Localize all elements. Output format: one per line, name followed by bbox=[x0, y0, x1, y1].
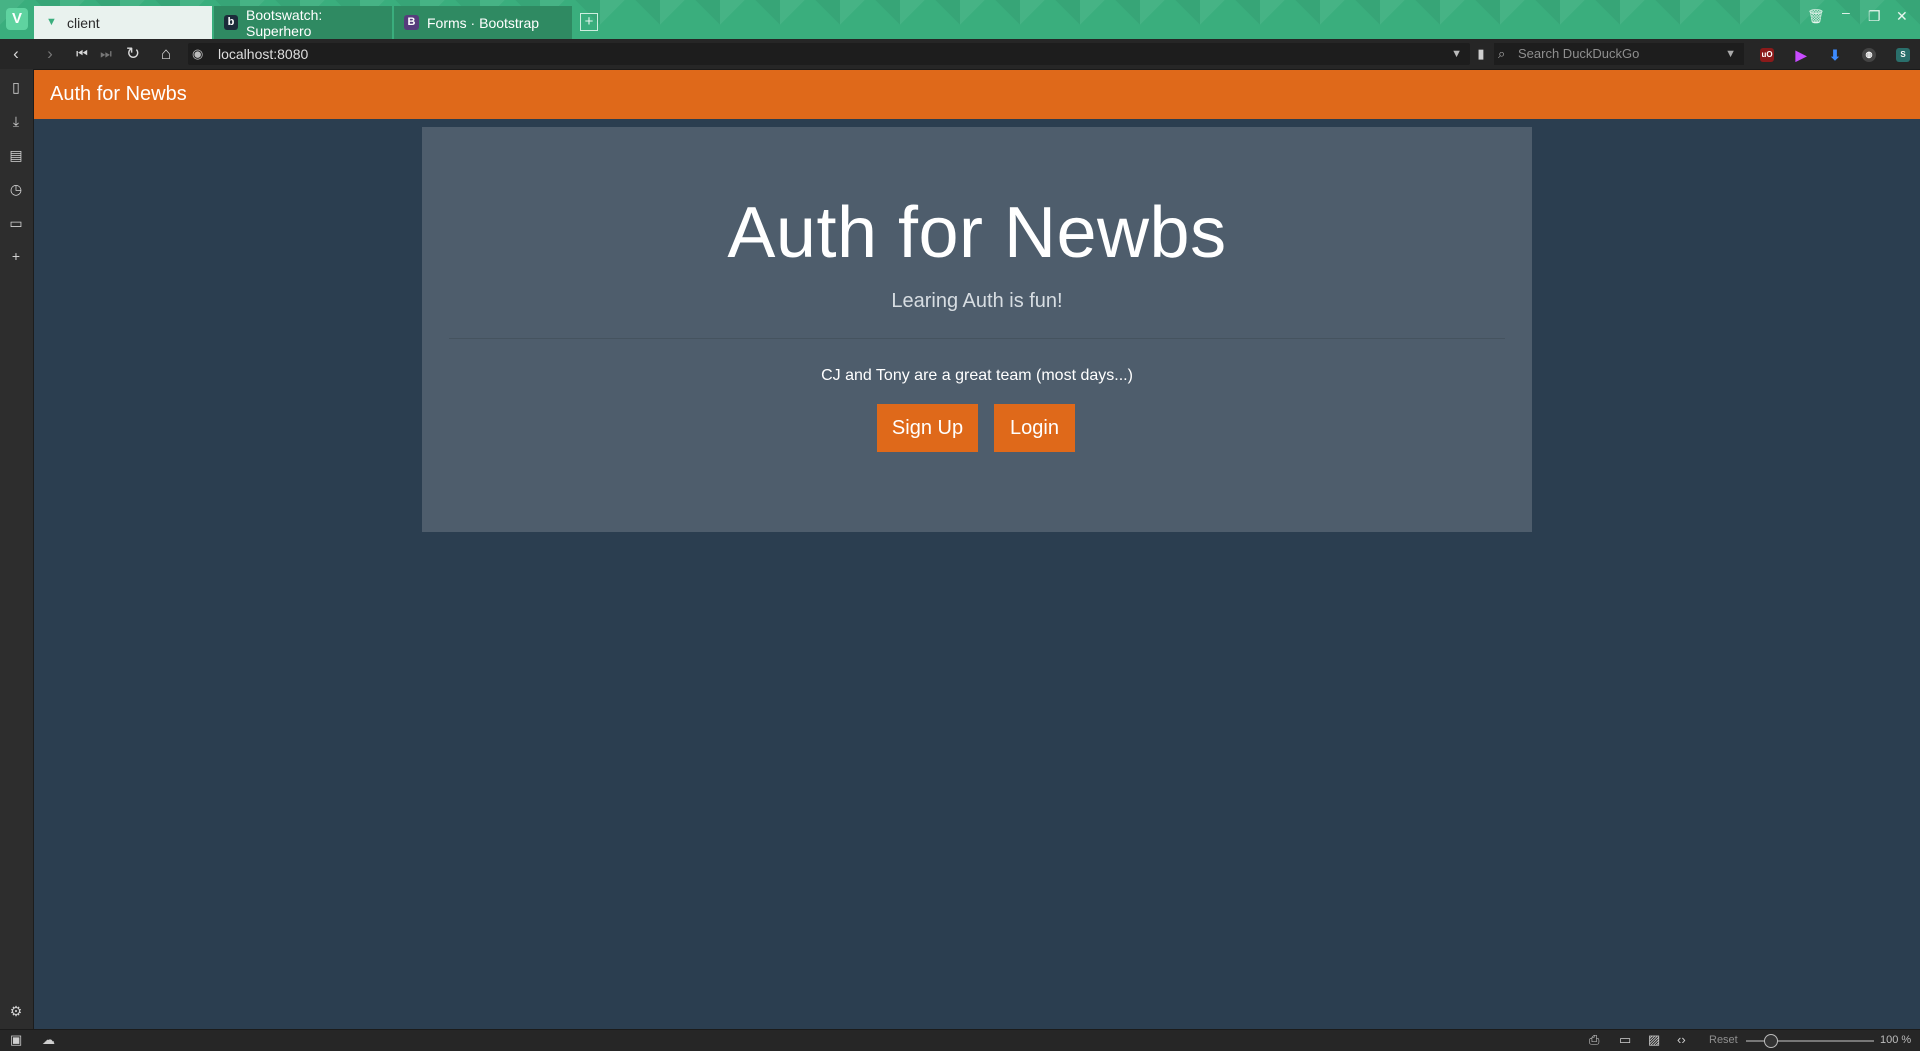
web-page: Auth for Newbs Auth for Newbs Learing Au… bbox=[34, 70, 1920, 1029]
reload-icon[interactable]: ↻ bbox=[123, 44, 143, 64]
s-extension-icon[interactable]: S bbox=[1896, 48, 1910, 62]
tab-label: client bbox=[67, 14, 100, 31]
download-extension-icon[interactable]: ⬇ bbox=[1828, 48, 1842, 62]
vivaldi-menu-icon[interactable]: V bbox=[6, 8, 28, 30]
tab-label: Bootswatch: Superhero bbox=[246, 6, 323, 39]
url-text: localhost:8080 bbox=[218, 46, 309, 62]
browser-tab-bar: V ▼ client b Bootswatch: Superhero B For… bbox=[0, 0, 1920, 39]
page-actions-icon[interactable]: ‹› bbox=[1677, 1032, 1686, 1047]
close-icon[interactable]: ✕ bbox=[1896, 8, 1908, 25]
new-tab-button[interactable]: + bbox=[580, 13, 598, 31]
tab-label: Forms · Bootstrap bbox=[427, 14, 540, 31]
zoom-reset-button[interactable]: Reset bbox=[1709, 1034, 1738, 1046]
zoom-slider-handle[interactable] bbox=[1764, 1034, 1778, 1048]
trash-icon[interactable]: 🗑 bbox=[1807, 8, 1825, 25]
sync-cloud-icon[interactable]: ☁ bbox=[42, 1032, 55, 1048]
notes-panel-icon[interactable]: ▤ bbox=[7, 146, 25, 164]
fast-forward-icon[interactable]: ⏭ bbox=[96, 44, 116, 64]
downloads-panel-icon[interactable]: ⤓ bbox=[7, 112, 25, 130]
vue-icon: ▼ bbox=[46, 16, 57, 28]
side-panel: ▯ ⤓ ▤ ◷ ▭ + ⚙ bbox=[0, 69, 34, 1029]
tiling-icon[interactable]: ▭ bbox=[1619, 1032, 1631, 1048]
site-info-icon[interactable]: ◉ bbox=[192, 43, 203, 65]
lead-text: Learing Auth is fun! bbox=[891, 290, 1063, 312]
search-input[interactable]: ⌕ Search DuckDuckGo ▼ bbox=[1494, 43, 1744, 65]
chevron-down-icon[interactable]: ▼ bbox=[1725, 43, 1736, 65]
tab-forms-bootstrap[interactable]: B Forms · Bootstrap bbox=[394, 6, 572, 39]
back-icon[interactable]: ‹ bbox=[6, 44, 26, 64]
bookmarks-panel-icon[interactable]: ▯ bbox=[7, 78, 25, 96]
settings-gear-icon[interactable]: ⚙ bbox=[7, 1002, 25, 1020]
capture-icon[interactable]: ⎙ bbox=[1589, 1032, 1599, 1048]
page-title: Auth for Newbs bbox=[727, 193, 1227, 273]
window-panel-icon[interactable]: ▭ bbox=[7, 214, 25, 232]
restore-icon[interactable]: ❐ bbox=[1868, 8, 1881, 25]
search-icon: ⌕ bbox=[1498, 46, 1506, 61]
jumbotron: Auth for Newbs Learing Auth is fun! CJ a… bbox=[422, 127, 1532, 532]
forward-icon[interactable]: › bbox=[40, 44, 60, 64]
chevron-down-icon[interactable]: ▼ bbox=[1451, 43, 1462, 65]
divider bbox=[449, 338, 1505, 339]
home-icon[interactable]: ⌂ bbox=[156, 44, 176, 64]
sign-up-button[interactable]: Sign Up bbox=[877, 404, 978, 452]
zoom-level: 100 % bbox=[1880, 1034, 1912, 1046]
add-panel-icon[interactable]: + bbox=[7, 247, 25, 265]
browser-address-bar: ‹ › ⏮ ⏭ ↻ ⌂ ◉ localhost:8080 ▼ ▮ ⌕ Searc… bbox=[0, 39, 1920, 70]
bookmark-icon[interactable]: ▮ bbox=[1470, 43, 1492, 65]
tab-client[interactable]: ▼ client bbox=[34, 6, 212, 39]
panel-toggle-icon[interactable]: ▣ bbox=[10, 1032, 22, 1048]
browser-status-bar: ▣ ☁ ⎙ ▭ ▨ ‹› Reset 100 % bbox=[0, 1029, 1920, 1051]
tab-bootswatch-superhero[interactable]: b Bootswatch: Superhero bbox=[214, 6, 392, 39]
images-icon[interactable]: ▨ bbox=[1648, 1032, 1660, 1048]
url-input[interactable]: ◉ localhost:8080 ▼ bbox=[188, 43, 1470, 65]
ublock-origin-icon[interactable]: uO bbox=[1760, 48, 1774, 62]
login-button[interactable]: Login bbox=[994, 404, 1075, 452]
rewind-icon[interactable]: ⏮ bbox=[72, 44, 92, 64]
play-extension-icon[interactable]: ▶ bbox=[1794, 48, 1808, 62]
bootswatch-icon: b bbox=[224, 15, 239, 30]
bootstrap-icon: B bbox=[404, 15, 419, 30]
search-placeholder: Search DuckDuckGo bbox=[1518, 46, 1640, 61]
description-text: CJ and Tony are a great team (most days.… bbox=[821, 367, 1133, 384]
history-panel-icon[interactable]: ◷ bbox=[7, 180, 25, 198]
globe-extension-icon[interactable]: ◍ bbox=[1862, 48, 1876, 62]
minimize-icon[interactable]: – bbox=[1842, 4, 1850, 20]
navbar-brand[interactable]: Auth for Newbs bbox=[50, 70, 187, 119]
site-navbar: Auth for Newbs bbox=[34, 70, 1920, 119]
